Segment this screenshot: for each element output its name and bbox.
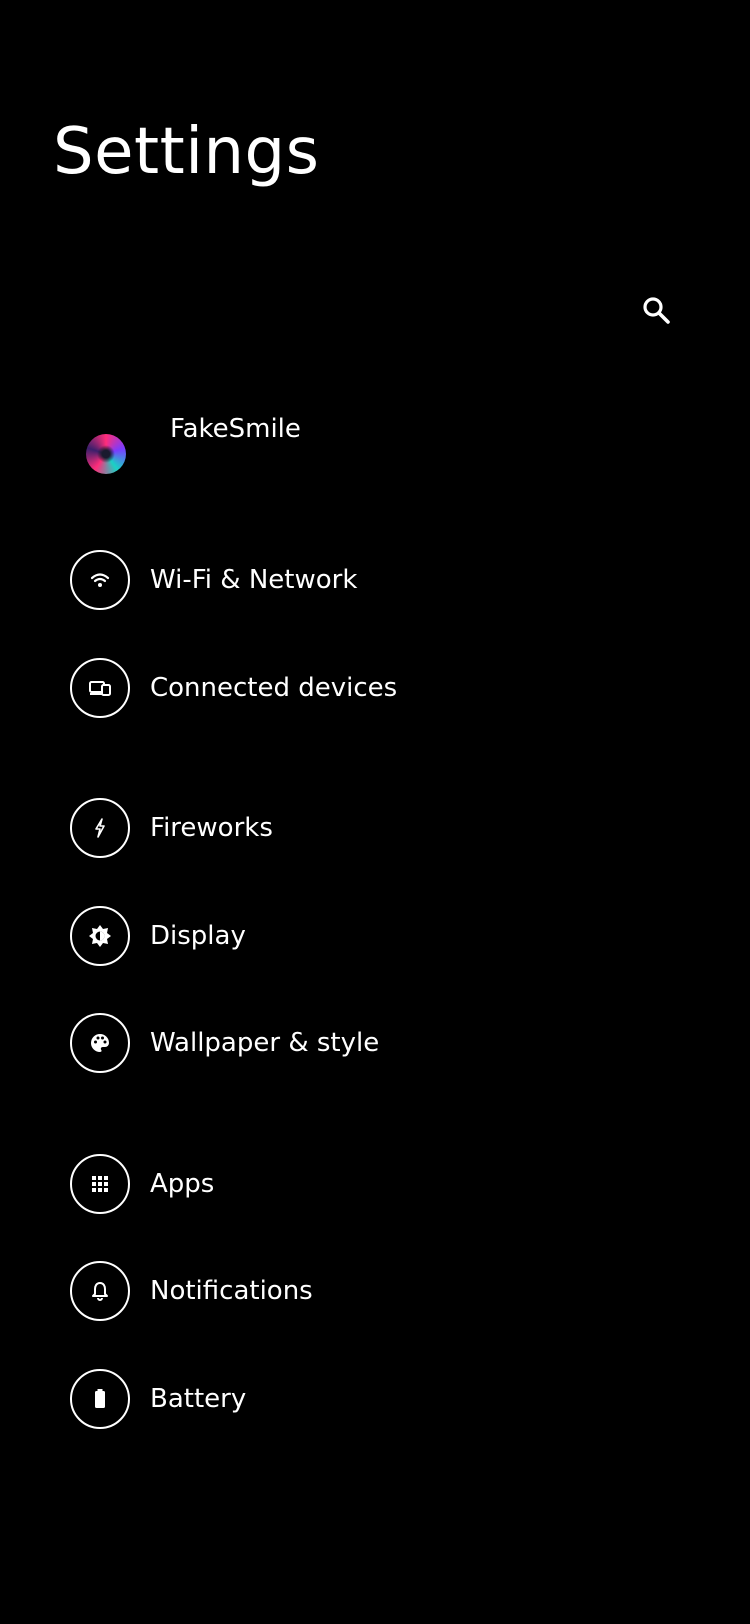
palette-icon <box>90 1034 109 1052</box>
settings-item-display[interactable]: Display <box>70 906 246 966</box>
profile-row[interactable]: FakeSmile <box>86 410 301 474</box>
settings-item-battery[interactable]: Battery <box>70 1369 246 1429</box>
settings-item-fireworks[interactable]: Fireworks <box>70 798 273 858</box>
connected-devices-icon <box>89 681 111 696</box>
settings-item-label: Notifications <box>150 1276 313 1306</box>
search-icon <box>643 297 670 324</box>
settings-item-notifications[interactable]: Notifications <box>70 1261 313 1321</box>
apps-grid-icon <box>92 1176 108 1192</box>
fireworks-icon <box>95 818 105 838</box>
profile-name: FakeSmile <box>170 414 301 444</box>
settings-item-label: Apps <box>150 1169 215 1199</box>
settings-item-connected-devices[interactable]: Connected devices <box>70 658 397 718</box>
settings-item-label: Fireworks <box>150 813 273 843</box>
search-button[interactable] <box>636 290 676 330</box>
battery-icon <box>95 1389 105 1408</box>
settings-item-label: Battery <box>150 1384 247 1414</box>
bell-icon <box>92 1282 108 1301</box>
settings-item-wallpaper-style[interactable]: Wallpaper & style <box>70 1013 379 1073</box>
display-icon <box>89 925 111 947</box>
settings-item-apps[interactable]: Apps <box>70 1154 214 1214</box>
settings-item-wifi-network[interactable]: Wi-Fi & Network <box>70 550 357 610</box>
settings-item-label: Connected devices <box>150 673 398 703</box>
settings-item-label: Display <box>150 921 246 951</box>
settings-item-label: Wallpaper & style <box>150 1028 380 1058</box>
wifi-icon <box>90 573 110 587</box>
page-title: Settings <box>53 115 320 189</box>
avatar <box>86 434 126 474</box>
settings-item-label: Wi-Fi & Network <box>150 565 358 595</box>
